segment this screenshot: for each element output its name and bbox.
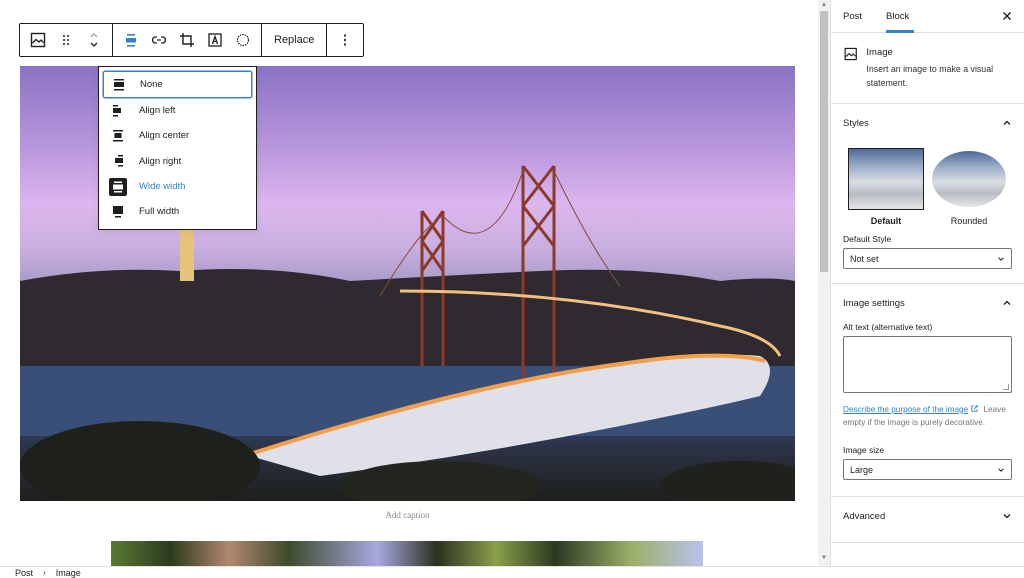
flowers-image[interactable] (111, 541, 703, 566)
image-icon (30, 32, 46, 48)
breadcrumb-image[interactable]: Image (56, 568, 81, 578)
menu-item-align-center[interactable]: Align center (103, 123, 252, 148)
drag-handle-button[interactable] (52, 24, 80, 56)
breadcrumb: Post › Image (0, 566, 1024, 578)
crop-icon (180, 33, 194, 47)
panel-title: Styles (843, 117, 869, 129)
style-preview-rounded (932, 151, 1006, 207)
image-block-button[interactable] (24, 24, 52, 56)
panel-title: Advanced (843, 510, 886, 522)
block-card: Image Insert an image to make a visual s… (831, 33, 1024, 104)
settings-sidebar: Post Block Image Insert an image to make… (830, 0, 1024, 566)
menu-label: Full width (139, 206, 180, 218)
styles-panel: Styles Default Rounded Default Style Not… (831, 104, 1024, 284)
canvas-scrollbar[interactable]: ▲ ▼ (818, 0, 830, 566)
move-up-down-button[interactable] (80, 24, 108, 56)
panel-title: Image settings (843, 297, 905, 309)
image-icon (844, 47, 857, 61)
toolbar-group-replace: Replace (262, 24, 328, 56)
menu-label: Align center (139, 130, 190, 142)
external-link-icon (971, 405, 978, 412)
menu-label: Wide width (139, 181, 186, 193)
link-button[interactable] (145, 24, 173, 56)
chevron-right-icon: › (43, 568, 46, 577)
close-icon (1003, 12, 1011, 20)
chevron-up-icon (1003, 300, 1011, 305)
menu-item-align-right[interactable]: Align right (103, 149, 252, 174)
align-center-icon (109, 127, 127, 145)
select-value: Large (850, 464, 874, 475)
menu-label: None (140, 79, 163, 90)
style-label: Default (870, 216, 902, 226)
style-options: Default Rounded (843, 142, 1012, 226)
link-icon (151, 36, 167, 44)
scroll-thumb[interactable] (820, 11, 828, 272)
toolbar-group-tools (113, 24, 262, 56)
style-option-rounded[interactable]: Rounded (930, 148, 1008, 226)
breadcrumb-post[interactable]: Post (15, 568, 33, 578)
alt-text-label: Alt text (alternative text) (843, 322, 933, 332)
chevron-down-icon (1003, 514, 1011, 519)
scroll-up-arrow-icon[interactable]: ▲ (821, 2, 827, 8)
advanced-panel-toggle[interactable]: Advanced (843, 497, 1012, 535)
image-size-select[interactable]: Large (843, 459, 1012, 480)
tab-block[interactable]: Block (874, 0, 921, 33)
text-overlay-button[interactable] (201, 24, 229, 56)
align-none-icon (110, 76, 128, 94)
duotone-button[interactable] (229, 24, 257, 56)
block-toolbar: Replace (19, 23, 365, 57)
chevron-up-icon (1003, 120, 1011, 125)
align-full-icon (109, 203, 127, 221)
menu-label: Align left (139, 105, 176, 117)
crop-button[interactable] (173, 24, 201, 56)
default-style-select[interactable]: Not set (843, 248, 1012, 269)
more-options-button[interactable] (331, 24, 359, 56)
style-preview-default (848, 148, 924, 210)
text-overlay-icon (208, 33, 222, 47)
align-button[interactable] (117, 24, 145, 56)
editor-canvas: Add caption Replace None Align left Alig… (0, 0, 818, 566)
style-option-default[interactable]: Default (847, 148, 925, 226)
image-size-label: Image size (843, 445, 885, 455)
drag-handle-icon (63, 35, 69, 45)
describe-purpose-link[interactable]: Describe the purpose of the image (843, 405, 968, 414)
default-style-label: Default Style (843, 234, 892, 244)
align-menu: None Align left Align center Align right… (98, 66, 257, 230)
image-settings-toggle[interactable]: Image settings (843, 284, 1012, 322)
duotone-icon (236, 33, 250, 47)
sidebar-tabs: Post Block (831, 0, 1024, 33)
tab-post[interactable]: Post (831, 0, 874, 32)
align-wide-icon (126, 34, 136, 47)
block-description: Insert an image to make a visual stateme… (866, 64, 994, 88)
menu-label: Align right (139, 155, 182, 167)
block-title: Image (866, 47, 893, 58)
toolbar-group-block (20, 24, 113, 56)
chevron-down-icon (998, 256, 1004, 261)
caption-placeholder[interactable]: Add caption (20, 510, 795, 520)
menu-item-full-width[interactable]: Full width (103, 199, 252, 224)
style-label: Rounded (950, 216, 988, 226)
align-right-icon (109, 152, 127, 170)
select-value: Not set (850, 253, 879, 264)
scroll-down-arrow-icon[interactable]: ▼ (821, 555, 827, 561)
menu-item-align-left[interactable]: Align left (103, 98, 252, 123)
replace-button[interactable]: Replace (266, 24, 322, 56)
align-left-icon (109, 102, 127, 120)
menu-item-wide-width[interactable]: Wide width (103, 174, 252, 199)
alt-text-input[interactable] (843, 336, 1012, 393)
advanced-panel: Advanced (831, 497, 1024, 543)
chevron-up-down-icon (90, 33, 98, 47)
menu-item-none[interactable]: None (103, 71, 252, 98)
styles-panel-toggle[interactable]: Styles (843, 104, 1012, 142)
toolbar-group-more (327, 24, 363, 56)
alt-text-help: Describe the purpose of the image Leave … (843, 403, 1012, 429)
align-wide-icon (109, 177, 127, 196)
image-settings-panel: Image settings Alt text (alternative tex… (831, 284, 1024, 497)
chevron-down-icon (998, 467, 1004, 472)
vertical-ellipsis-icon (344, 34, 347, 46)
close-sidebar-button[interactable] (1000, 9, 1014, 23)
